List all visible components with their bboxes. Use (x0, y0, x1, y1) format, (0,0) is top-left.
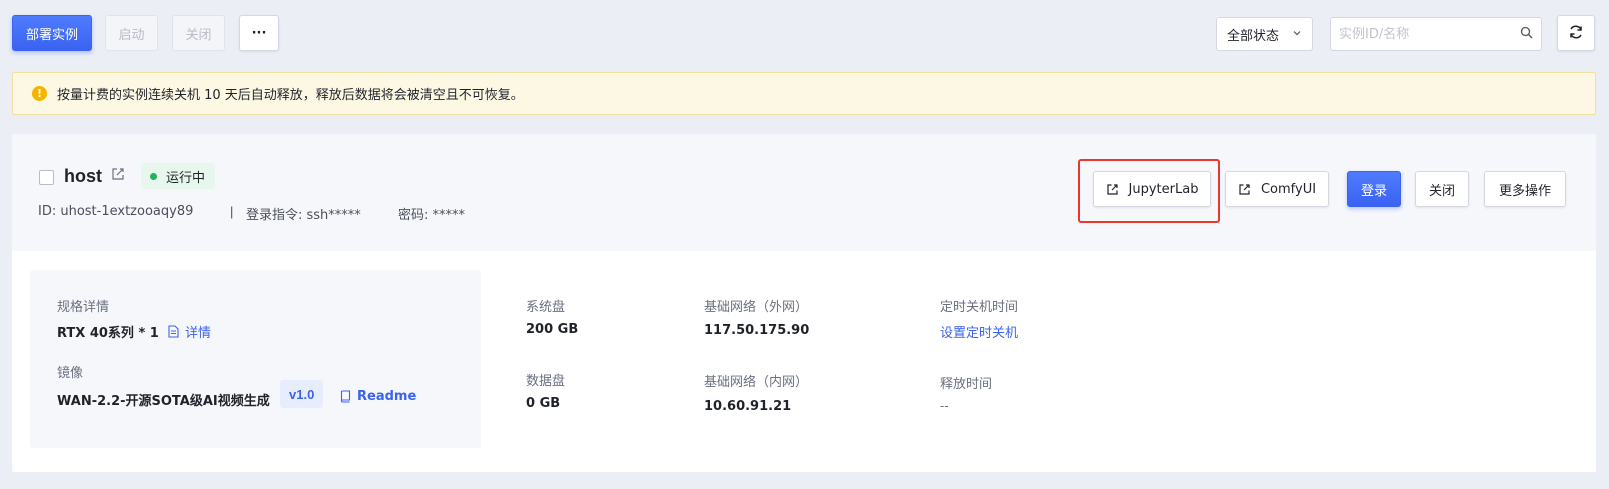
book-icon (340, 390, 351, 403)
image-version-tag: v1.0 (280, 380, 324, 408)
instance-name: host (64, 166, 102, 186)
instance-checkbox[interactable] (39, 170, 54, 185)
data-disk-label: 数据盘 (526, 374, 566, 389)
jupyterlab-button[interactable]: JupyterLab (1093, 171, 1211, 207)
more-actions-button[interactable]: 更多操作 (1484, 171, 1566, 207)
set-scheduled-shutdown-link[interactable]: 设置定时关机 (940, 322, 1018, 341)
instance-card-header: host 运行中 ID: uhost-1extzooaqy89 | 登录指令: … (12, 134, 1596, 251)
start-button[interactable]: 启动 (105, 15, 158, 51)
readme-link[interactable]: Readme (340, 389, 416, 404)
edit-name-icon[interactable] (111, 167, 125, 184)
warning-icon: ! (32, 86, 47, 101)
status-badge: 运行中 (141, 163, 216, 189)
image-label: 镜像 (57, 366, 84, 381)
chevron-down-icon (1292, 28, 1302, 41)
image-value: WAN-2.2-开源SOTA级AI视频生成 (57, 394, 270, 409)
instance-card: host 运行中 ID: uhost-1extzooaqy89 | 登录指令: … (12, 134, 1596, 472)
external-ip: 117.50.175.90 (704, 323, 810, 338)
notice-text: 按量计费的实例连续关机 10 天后自动释放，释放后数据将会被清空且不可恢复。 (57, 88, 524, 103)
comfyui-button[interactable]: ComfyUI (1225, 171, 1329, 207)
status-text: 运行中 (166, 170, 206, 186)
toolbar: 部署实例 启动 关闭 ··· 全部状态 (12, 15, 1597, 51)
internal-ip: 10.60.91.21 (704, 399, 792, 414)
status-filter-value: 全部状态 (1227, 28, 1280, 44)
running-dot-icon (150, 172, 157, 180)
document-icon (168, 325, 179, 338)
spec-value: RTX 40系列 * 1 (57, 326, 159, 341)
meta-separator: | (230, 204, 234, 219)
data-disk-value: 0 GB (526, 396, 561, 411)
comfyui-label: ComfyUI (1260, 181, 1317, 197)
external-link-icon (1106, 183, 1118, 195)
deploy-instance-button[interactable]: 部署实例 (12, 15, 92, 51)
spec-label: 规格详情 (57, 300, 110, 315)
internal-network-label: 基础网络（内网） (704, 375, 809, 390)
search-box (1330, 17, 1542, 51)
system-disk-label: 系统盘 (526, 300, 566, 315)
spec-details-link[interactable]: 详情 (168, 322, 211, 341)
jupyterlab-label: JupyterLab (1128, 181, 1199, 197)
refresh-button[interactable] (1557, 15, 1595, 51)
scheduled-shutdown-label: 定时关机时间 (940, 300, 1019, 315)
status-filter-select[interactable]: 全部状态 (1216, 17, 1313, 51)
more-button[interactable]: ··· (239, 15, 279, 51)
auto-release-notice: ! 按量计费的实例连续关机 10 天后自动释放，释放后数据将会被清空且不可恢复。 (12, 72, 1596, 115)
search-icon[interactable] (1520, 26, 1533, 42)
instance-close-button[interactable]: 关闭 (1415, 171, 1469, 207)
password-masked: 密码: ***** (398, 208, 466, 223)
instance-id: ID: uhost-1extzooaqy89 (38, 204, 194, 219)
refresh-icon (1568, 24, 1584, 43)
external-link-icon (1239, 183, 1250, 195)
search-input[interactable] (1339, 26, 1520, 42)
system-disk-value: 200 GB (526, 322, 579, 337)
release-time-label: 释放时间 (940, 377, 993, 392)
login-button[interactable]: 登录 (1347, 171, 1401, 207)
login-command: 登录指令: ssh***** (246, 208, 361, 223)
release-time-value: -- (940, 398, 949, 413)
close-button[interactable]: 关闭 (172, 15, 225, 51)
external-network-label: 基础网络（外网） (704, 300, 809, 315)
